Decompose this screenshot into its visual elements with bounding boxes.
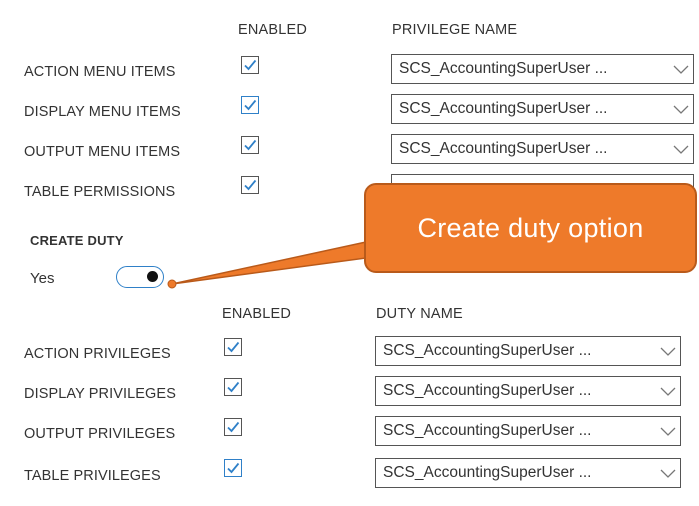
checkmark-icon	[227, 341, 240, 353]
display-privileges-label: DISPLAY PRIVILEGES	[24, 386, 176, 402]
display-menu-items-checkbox[interactable]	[241, 96, 259, 114]
table-privileges-duty-select[interactable]: SCS_AccountingSuperUser ...	[375, 458, 681, 488]
output-menu-items-checkbox[interactable]	[241, 136, 259, 154]
checkmark-icon	[227, 421, 240, 433]
checkmark-icon	[227, 381, 240, 393]
chevron-down-icon	[660, 347, 676, 356]
output-menu-items-privilege-select[interactable]: SCS_AccountingSuperUser ...	[391, 134, 694, 164]
action-privileges-checkbox[interactable]	[224, 338, 242, 356]
select-value: SCS_AccountingSuperUser ...	[383, 342, 592, 359]
display-privileges-checkbox[interactable]	[224, 378, 242, 396]
privilege-name-column-header: PRIVILEGE NAME	[392, 22, 518, 38]
select-value: SCS_AccountingSuperUser ...	[383, 422, 592, 439]
table-permissions-label: TABLE PERMISSIONS	[24, 184, 176, 200]
checkmark-icon	[244, 99, 257, 111]
chevron-down-icon	[660, 427, 676, 436]
chevron-down-icon	[660, 469, 676, 478]
checkmark-icon	[244, 59, 257, 71]
create-duty-toggle[interactable]	[116, 266, 164, 288]
output-privileges-label: OUTPUT PRIVILEGES	[24, 426, 176, 442]
select-value: SCS_AccountingSuperUser ...	[399, 60, 608, 77]
select-value: SCS_AccountingSuperUser ...	[383, 382, 592, 399]
display-menu-items-label: DISPLAY MENU ITEMS	[24, 104, 181, 120]
action-privileges-duty-select[interactable]: SCS_AccountingSuperUser ...	[375, 336, 681, 366]
enabled-column-header: ENABLED	[238, 22, 308, 38]
output-privileges-checkbox[interactable]	[224, 418, 242, 436]
action-menu-items-privilege-select[interactable]: SCS_AccountingSuperUser ...	[391, 54, 694, 84]
checkmark-icon	[244, 139, 257, 151]
action-menu-items-checkbox[interactable]	[241, 56, 259, 74]
chevron-down-icon	[673, 105, 689, 114]
chevron-down-icon	[673, 145, 689, 154]
output-menu-items-label: OUTPUT MENU ITEMS	[24, 144, 181, 160]
duty-enabled-column-header: ENABLED	[222, 306, 292, 322]
table-privileges-checkbox[interactable]	[224, 459, 242, 477]
select-value: SCS_AccountingSuperUser ...	[399, 140, 608, 157]
display-privileges-duty-select[interactable]: SCS_AccountingSuperUser ...	[375, 376, 681, 406]
output-privileges-duty-select[interactable]: SCS_AccountingSuperUser ...	[375, 416, 681, 446]
chevron-down-icon	[660, 387, 676, 396]
duty-name-column-header: DUTY NAME	[376, 306, 463, 322]
display-menu-items-privilege-select[interactable]: SCS_AccountingSuperUser ...	[391, 94, 694, 124]
table-permissions-checkbox[interactable]	[241, 176, 259, 194]
create-duty-toggle-label: Yes	[30, 270, 55, 287]
create-duty-title: CREATE DUTY	[30, 233, 124, 248]
action-privileges-label: ACTION PRIVILEGES	[24, 346, 171, 362]
table-privileges-label: TABLE PRIVILEGES	[24, 468, 161, 484]
checkmark-icon	[227, 462, 240, 474]
action-menu-items-label: ACTION MENU ITEMS	[24, 64, 176, 80]
create-duty-callout: Create duty option	[364, 183, 697, 273]
select-value: SCS_AccountingSuperUser ...	[399, 100, 608, 117]
checkmark-icon	[244, 179, 257, 191]
chevron-down-icon	[673, 65, 689, 74]
toggle-knob	[147, 271, 158, 282]
select-value: SCS_AccountingSuperUser ...	[383, 464, 592, 481]
